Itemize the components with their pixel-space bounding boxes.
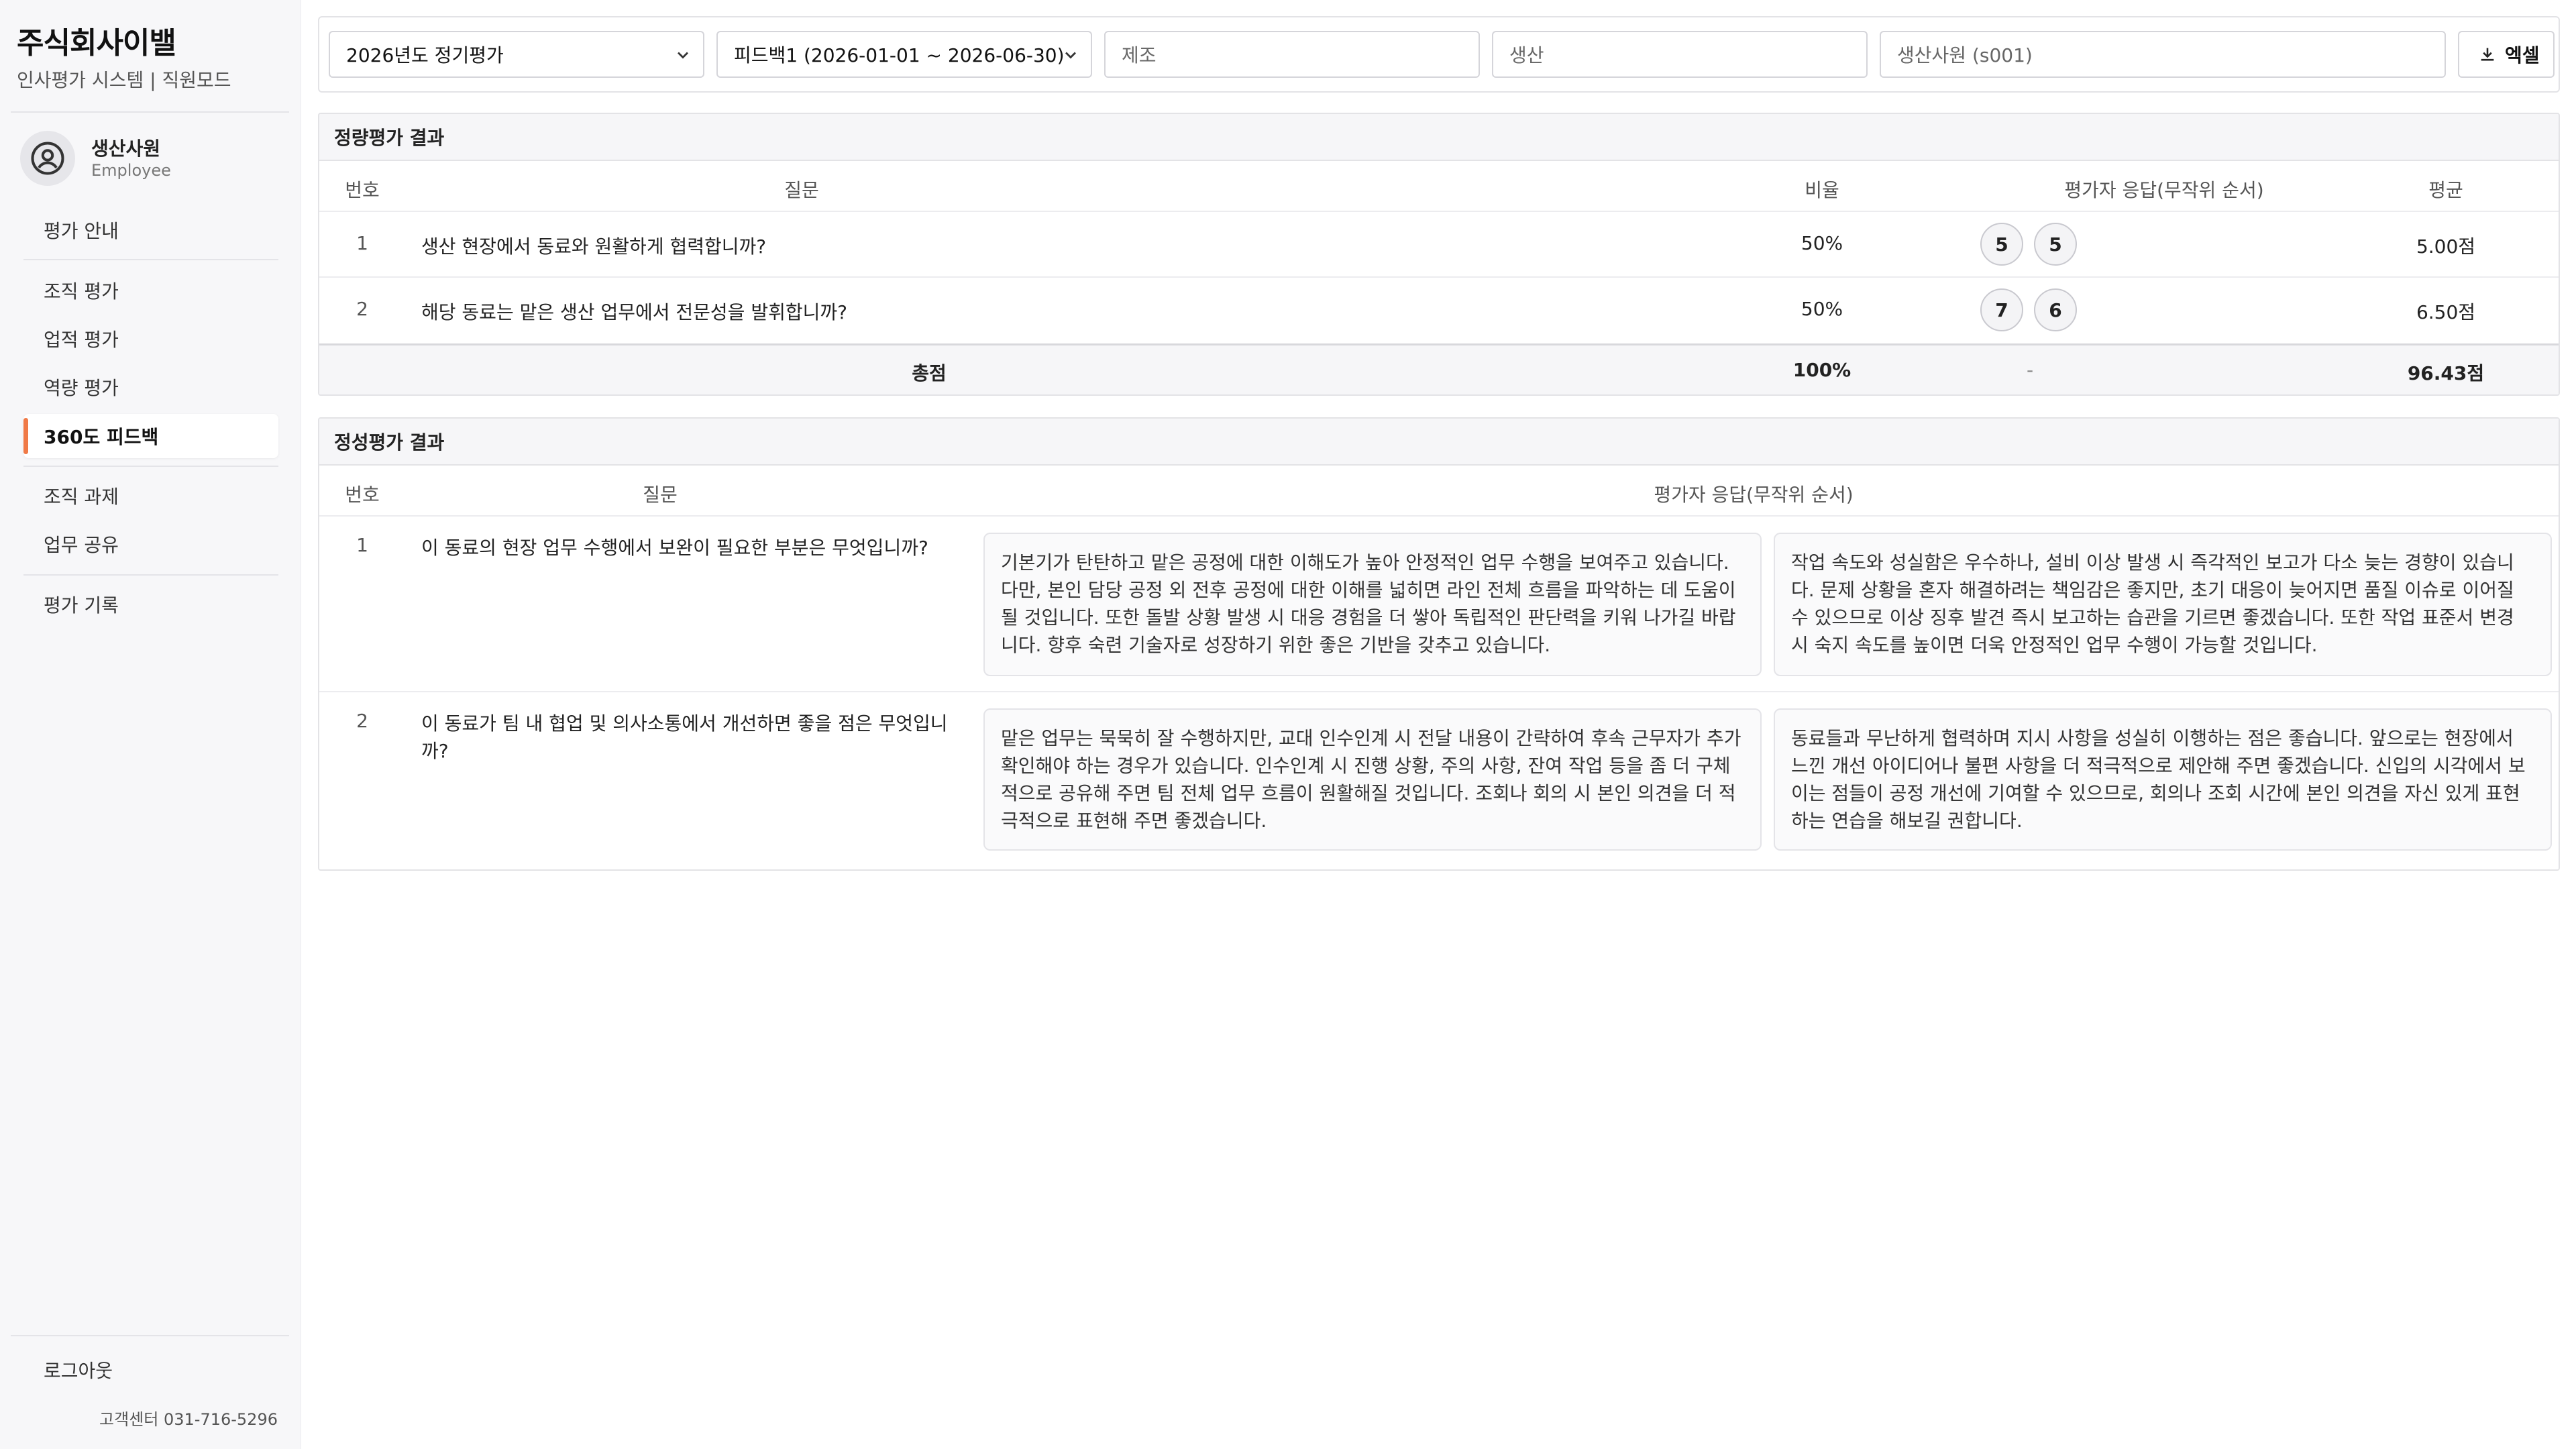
- row-no: 2: [356, 710, 368, 732]
- total-ratio: 100%: [1792, 359, 1851, 381]
- nav-label: 360도 피드백: [44, 426, 159, 448]
- score-badge: 6: [2034, 288, 2077, 331]
- nav-org-tasks[interactable]: 조직 과제: [23, 474, 278, 518]
- row-no: 1: [356, 232, 368, 254]
- divider: [23, 574, 278, 576]
- table-row: 2 해당 동료는 맡은 생산 업무에서 전문성을 발휘합니까? 50% 7 6 …: [319, 278, 2559, 343]
- total-row: 총점 100% - 96.43점: [319, 343, 2559, 394]
- period-select[interactable]: 2026년도 정기평가: [329, 31, 704, 78]
- qualitative-table-header: 번호 질문 평가자 응답(무작위 순서): [319, 466, 2559, 517]
- user-role: Employee: [91, 161, 171, 180]
- row-question: 이 동료의 현장 업무 수행에서 보완이 필요한 부분은 무엇입니까?: [421, 537, 928, 559]
- nav-label: 평가 기록: [44, 594, 119, 616]
- divider: [23, 466, 278, 467]
- nav-label: 조직 과제: [44, 486, 119, 508]
- round-select-value: 피드백1 (2026-01-01 ~ 2026-06-30): [734, 44, 1065, 66]
- company-name: 주식회사이밸: [17, 26, 176, 60]
- round-select[interactable]: 피드백1 (2026-01-01 ~ 2026-06-30): [716, 31, 1092, 78]
- nav-work-share[interactable]: 업무 공유: [23, 522, 278, 566]
- row-question: 이 동료가 팀 내 협업 및 의사소통에서 개선하면 좋을 점은 무엇입니까?: [421, 712, 948, 762]
- employee-field[interactable]: 생산사원 (s001): [1880, 31, 2446, 78]
- row-ratio: 50%: [1801, 232, 1843, 254]
- header-responses: 평가자 응답(무작위 순서): [1654, 484, 1854, 506]
- nav-label: 업적 평가: [44, 329, 119, 351]
- nav-eval-history[interactable]: 평가 기록: [23, 582, 278, 627]
- chevron-down-icon: [1065, 52, 1076, 59]
- department-field[interactable]: 제조: [1104, 31, 1480, 78]
- nav-360-feedback[interactable]: 360도 피드백: [23, 414, 278, 458]
- header-ratio: 비율: [1805, 179, 1839, 201]
- row-average: 5.00점: [2416, 235, 2476, 258]
- qualitative-results-panel: 정성평가 결과 번호 질문 평가자 응답(무작위 순서) 1 이 동료의 현장 …: [318, 417, 2560, 871]
- nav-org-eval[interactable]: 조직 평가: [23, 268, 278, 313]
- nav-performance-eval[interactable]: 업적 평가: [23, 317, 278, 361]
- user-avatar-icon: [20, 131, 75, 186]
- row-question: 해당 동료는 맡은 생산 업무에서 전문성을 발휘합니까?: [421, 301, 847, 323]
- total-responses: -: [2026, 359, 2034, 381]
- nav-label: 역량 평가: [44, 377, 119, 399]
- quantitative-table-header: 번호 질문 비율 평가자 응답(무작위 순서) 평균: [319, 161, 2559, 212]
- nav-competency-eval[interactable]: 역량 평가: [23, 365, 278, 409]
- score-badge: 7: [1980, 288, 2023, 331]
- support-contact: 고객센터 031-716-5296: [99, 1410, 278, 1429]
- user-name: 생산사원: [91, 138, 161, 160]
- sidebar: 주식회사이밸 인사평가 시스템 | 직원모드 생산사원 Employee 평가 …: [0, 0, 301, 1449]
- excel-export-button[interactable]: 엑셀: [2458, 31, 2555, 78]
- user-profile: 생산사원 Employee: [20, 129, 288, 188]
- filter-bar: 2026년도 정기평가 피드백1 (2026-01-01 ~ 2026-06-3…: [318, 16, 2560, 93]
- response-box: 맡은 업무는 묵묵히 잘 수행하지만, 교대 인수인계 시 전달 내용이 간략하…: [983, 708, 1762, 851]
- nav-label: 평가 안내: [44, 220, 119, 242]
- logout-link[interactable]: 로그아웃: [44, 1356, 113, 1383]
- nav-label: 조직 평가: [44, 280, 119, 303]
- nav-guide[interactable]: 평가 안내: [23, 208, 278, 252]
- row-no: 1: [356, 534, 368, 556]
- system-subtitle: 인사평가 시스템 | 직원모드: [17, 69, 231, 91]
- total-average: 96.43점: [2407, 362, 2485, 384]
- divider: [11, 1335, 289, 1336]
- table-row: 2 이 동료가 팀 내 협업 및 의사소통에서 개선하면 좋을 점은 무엇입니까…: [319, 692, 2559, 868]
- header-average: 평균: [2428, 179, 2463, 201]
- table-row: 1 이 동료의 현장 업무 수행에서 보완이 필요한 부분은 무엇입니까? 기본…: [319, 517, 2559, 692]
- nav-label: 업무 공유: [44, 534, 119, 556]
- header-question: 질문: [784, 179, 819, 201]
- response-box: 기본기가 탄탄하고 맡은 공정에 대한 이해도가 높아 안정적인 업무 수행을 …: [983, 533, 1762, 676]
- header-no: 번호: [345, 484, 380, 506]
- row-question: 생산 현장에서 동료와 원활하게 협력합니까?: [421, 235, 767, 258]
- divider: [23, 259, 278, 260]
- response-box: 작업 속도와 성실함은 우수하나, 설비 이상 발생 시 즉각적인 보고가 다소…: [1774, 533, 2552, 676]
- header-question: 질문: [643, 484, 678, 506]
- table-row: 1 생산 현장에서 동료와 원활하게 협력합니까? 50% 5 5 5.00점: [319, 212, 2559, 278]
- score-badge: 5: [2034, 223, 2077, 266]
- divider: [11, 111, 289, 113]
- row-no: 2: [356, 298, 368, 320]
- total-label: 총점: [912, 362, 947, 384]
- row-ratio: 50%: [1801, 298, 1843, 320]
- team-field[interactable]: 생산: [1492, 31, 1868, 78]
- period-select-value: 2026년도 정기평가: [346, 44, 504, 66]
- quantitative-results-panel: 정량평가 결과 번호 질문 비율 평가자 응답(무작위 순서) 평균 1 생산 …: [318, 113, 2560, 396]
- response-box: 동료들과 무난하게 협력하며 지시 사항을 성실히 이행하는 점은 좋습니다. …: [1774, 708, 2552, 851]
- chevron-down-icon: [678, 52, 688, 59]
- quantitative-title: 정량평가 결과: [319, 114, 2559, 161]
- header-responses: 평가자 응답(무작위 순서): [2064, 179, 2264, 201]
- row-average: 6.50점: [2416, 301, 2476, 323]
- qualitative-title: 정성평가 결과: [319, 419, 2559, 466]
- header-no: 번호: [345, 179, 380, 201]
- score-badge: 5: [1980, 223, 2023, 266]
- excel-export-label: 엑셀: [2505, 44, 2540, 66]
- download-icon: [2481, 48, 2494, 61]
